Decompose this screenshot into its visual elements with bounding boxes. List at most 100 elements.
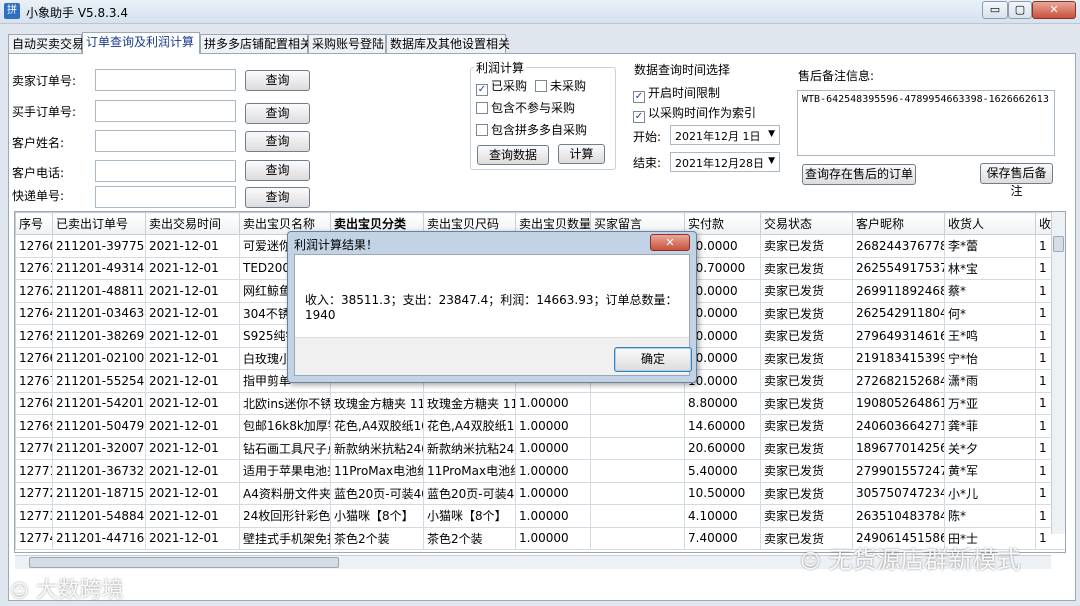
table-cell: 花色,A4双胶纸10 [330, 414, 424, 438]
query-aftersale-button[interactable]: 查询存在售后的订单 [802, 164, 916, 185]
end-date-picker[interactable]: 2021年12月28日 ▼ [670, 152, 780, 172]
table-cell: 小猫咪【8个】 [423, 504, 516, 528]
table-cell: 2021-12-01 [145, 324, 240, 348]
table-row[interactable]: 12769211201-50479492021-12-01包邮16k8k加厚铜花… [15, 414, 1065, 438]
close-button[interactable]: ✕ [1032, 1, 1076, 19]
table-cell: 卖家已发货 [760, 504, 853, 528]
table-cell: 263510483784 [852, 504, 945, 528]
table-cell: 龚*菲 [944, 414, 1036, 438]
table-cell: 包邮16k8k加厚铜 [239, 414, 331, 438]
time-limit-checkbox[interactable]: ✓ 开启时间限制 [633, 84, 720, 103]
table-cell: 林*宝 [944, 256, 1036, 280]
table-row[interactable]: 12770211201-32007262021-12-01钻石画工具尺子点新款纳… [15, 436, 1065, 460]
exclude-checkbox[interactable]: 包含不参与采购 [476, 99, 575, 116]
table-cell: 蓝色20页-可装40 [423, 481, 516, 505]
purchase-index-checkbox[interactable]: ✓ 以采购时间作为索引 [633, 104, 756, 123]
table-cell: 8.80000 [684, 391, 761, 415]
table-cell: 12772 [15, 481, 53, 505]
table-cell: 2021-12-01 [145, 504, 240, 528]
dialog-body: 收入：38511.3；支出：23847.4；利润：14663.93；订单总数量：… [294, 254, 692, 376]
table-row[interactable]: 12772211201-18715512021-12-01A4资料册文件夹插蓝色… [15, 481, 1065, 505]
table-cell: 1.00000 [515, 504, 591, 528]
table-cell: 12769 [15, 414, 53, 438]
table-cell: 卖家已发货 [760, 346, 853, 370]
aftersale-title: 售后备注信息: [798, 69, 875, 83]
table-cell: 189677014256 [852, 436, 945, 460]
table-cell: 211201-5488457 [52, 504, 146, 528]
column-header[interactable]: 已卖出订单号 [52, 212, 146, 235]
purchased-checkbox[interactable]: ✓ 已采购 [476, 77, 527, 96]
table-row[interactable]: 12768211201-54201942021-12-01北欧ins迷你不锈钢玫… [15, 391, 1065, 415]
column-header[interactable]: 序号 [15, 212, 53, 235]
customer-name-input[interactable] [95, 130, 236, 152]
check-icon: ✓ [476, 84, 488, 96]
table-cell: 211201-3977564 [52, 234, 146, 258]
table-cell: 新款纳米抗粘240 [423, 436, 516, 460]
query-tracking-button[interactable]: 查询 [245, 187, 310, 208]
table-cell: 卖家已发货 [760, 279, 853, 303]
column-header[interactable]: 卖出交易时间 [145, 212, 240, 235]
query-phone-button[interactable]: 查询 [245, 160, 310, 181]
table-cell: 新款纳米抗粘240 [330, 436, 424, 460]
table-cell: 1.00000 [515, 414, 591, 438]
tracking-number-input[interactable] [95, 186, 236, 208]
column-header[interactable]: 交易状态 [760, 212, 853, 235]
tab-order-profit[interactable]: 订单查询及利润计算 [82, 32, 200, 54]
maximize-button[interactable]: ▢ [1008, 1, 1032, 19]
scroll-thumb[interactable] [29, 557, 339, 568]
scroll-thumb[interactable] [1053, 236, 1064, 252]
customer-name-label: 客户姓名: [12, 136, 65, 150]
table-cell: 269911892468 [852, 279, 945, 303]
dropdown-arrow-icon: ▼ [768, 129, 775, 139]
dialog-footer: 确定 [295, 337, 692, 375]
vertical-scrollbar[interactable] [1051, 212, 1065, 534]
table-cell: 关*夕 [944, 436, 1036, 460]
column-header[interactable]: 客户昵称 [852, 212, 945, 235]
table-cell: 北欧ins迷你不锈钢 [239, 391, 331, 415]
table-row[interactable]: 12771211201-36732672021-12-01适用于苹果电池夹11P… [15, 459, 1065, 483]
table-cell: 240603664271 [852, 414, 945, 438]
not-purchased-checkbox[interactable]: 未采购 [535, 77, 586, 94]
start-date-picker[interactable]: 2021年12月 1日 ▼ [670, 125, 780, 145]
column-header[interactable]: 收货人 [944, 212, 1036, 235]
table-cell: 2021-12-01 [145, 526, 240, 550]
table-cell: 305750747234 [852, 481, 945, 505]
customer-phone-input[interactable] [95, 160, 236, 182]
column-header[interactable]: 实付款 [684, 212, 761, 235]
seller-order-label: 卖家订单号: [12, 74, 77, 88]
table-cell: 卖家已发货 [760, 481, 853, 505]
table-cell: 2021-12-01 [145, 256, 240, 280]
wechat-logo-icon: ☺ [800, 549, 821, 573]
table-cell [590, 504, 685, 528]
calculate-button[interactable]: 计算 [558, 144, 605, 164]
query-seller-button[interactable]: 查询 [245, 70, 310, 91]
buyer-order-input[interactable] [95, 100, 236, 122]
aftersale-remark-textarea[interactable]: WTB-642548395596-4789954663398-162666261… [797, 90, 1055, 156]
start-label: 开始: [633, 130, 662, 144]
profit-result-dialog: 利润计算结果！ ✕ 收入：38511.3；支出：23847.4；利润：14663… [287, 231, 697, 383]
table-cell: 李*蕾 [944, 234, 1036, 258]
table-cell: 2021-12-01 [145, 279, 240, 303]
tab-auto-trade[interactable]: 自动买卖交易 [8, 34, 84, 54]
include-pdd-checkbox[interactable]: 包含拼多多自采购 [476, 121, 587, 138]
ok-button[interactable]: 确定 [614, 347, 692, 372]
table-cell: 适用于苹果电池夹 [239, 459, 331, 483]
table-row[interactable]: 12773211201-54884572021-12-0124枚回形针彩色文小猫… [15, 504, 1065, 528]
query-name-button[interactable]: 查询 [245, 131, 310, 152]
dialog-close-button[interactable]: ✕ [650, 234, 690, 251]
table-cell: 11ProMax电池绝 [423, 459, 516, 483]
tab-pdd-config[interactable]: 拼多多店铺配置相关 [200, 34, 312, 54]
table-cell: 211201-3200726 [52, 436, 146, 460]
seller-order-input[interactable] [95, 69, 236, 91]
query-data-button[interactable]: 查询数据 [477, 145, 549, 165]
table-cell [590, 526, 685, 550]
table-cell: 卖家已发货 [760, 234, 853, 258]
query-buyer-button[interactable]: 查询 [245, 103, 310, 124]
table-cell: 卖家已发货 [760, 414, 853, 438]
save-aftersale-button[interactable]: 保存售后备注 [980, 163, 1053, 198]
app-icon: 拼 [4, 3, 20, 19]
minimize-button[interactable]: ▭ [982, 1, 1008, 19]
tab-purchase-login[interactable]: 采购账号登陆 [308, 34, 386, 54]
tab-database-settings[interactable]: 数据库及其他设置相关 [386, 34, 510, 54]
table-cell [590, 391, 685, 415]
